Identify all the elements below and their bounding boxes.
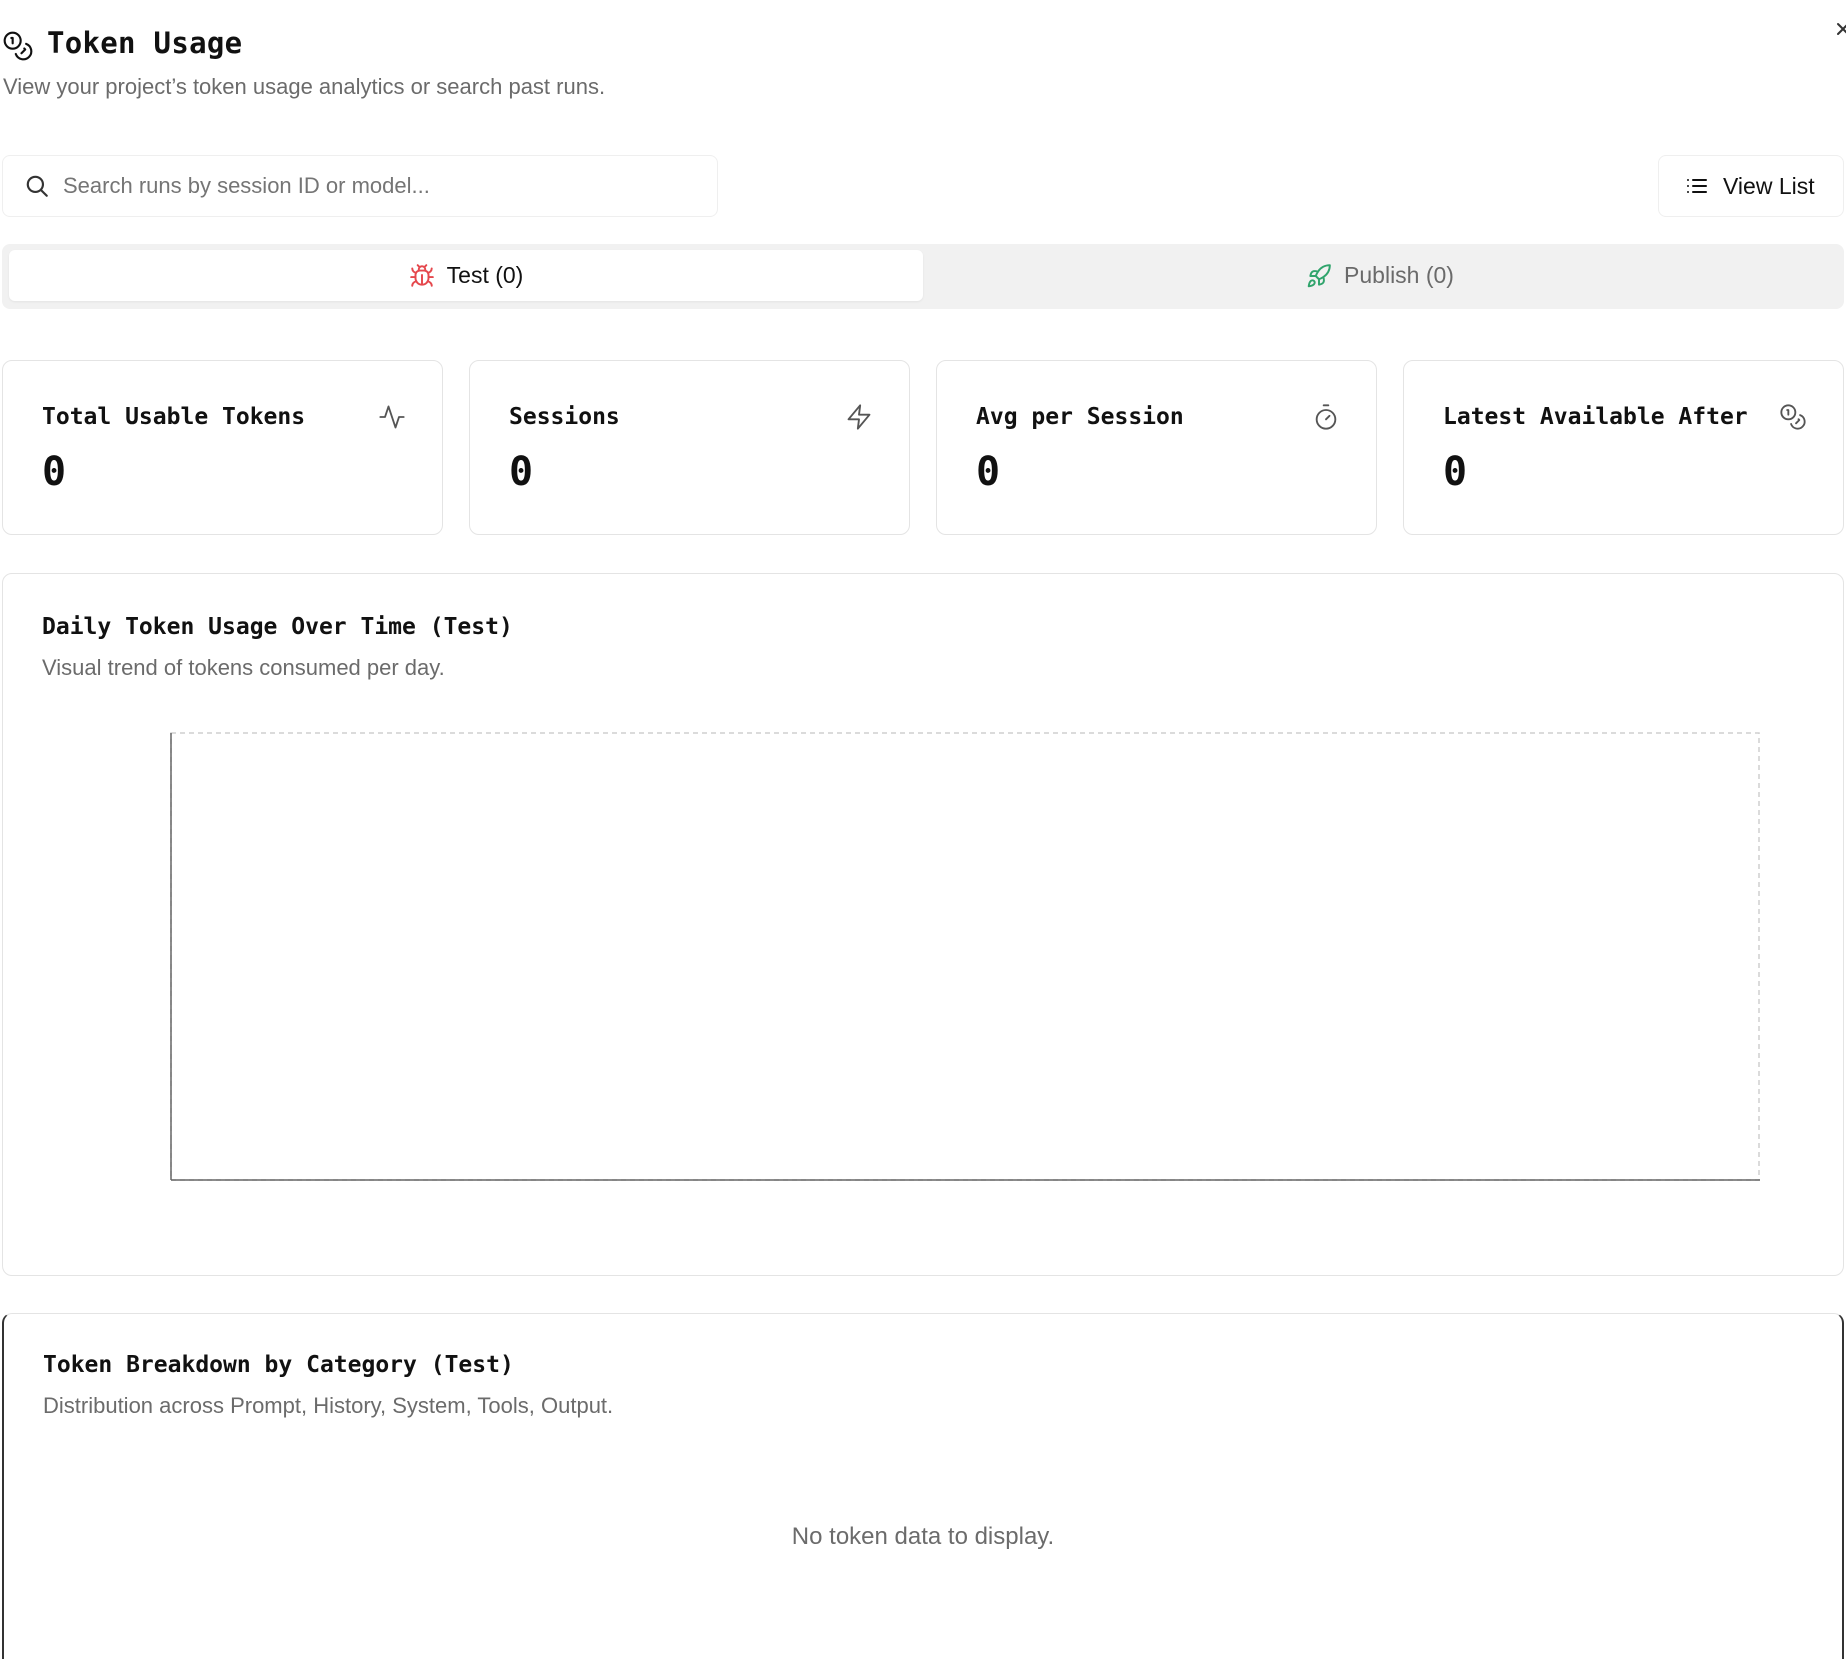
chart-plot-frame (170, 732, 1760, 1181)
token-breakdown-panel: Token Breakdown by Category (Test) Distr… (2, 1313, 1844, 1659)
stat-card-title: Sessions (509, 404, 620, 430)
stat-card-value: 0 (1443, 449, 1468, 495)
page-subtitle: View your project’s token usage analytic… (3, 74, 606, 99)
list-icon (1687, 179, 1707, 193)
zap-icon (847, 404, 871, 430)
environment-tabs: Test (0) Publish (0) (2, 244, 1844, 309)
search-box[interactable] (2, 155, 718, 217)
empty-state-message: No token data to display. (791, 1523, 1055, 1550)
bug-icon (409, 263, 434, 287)
coins-icon (1780, 404, 1806, 430)
stat-card-sessions: Sessions 0 (469, 360, 910, 535)
close-icon[interactable] (1828, 14, 1846, 44)
stat-card-avg-per-session: Avg per Session 0 (936, 360, 1377, 535)
coins-icon (3, 31, 33, 61)
view-list-button[interactable]: View List (1658, 155, 1844, 217)
view-list-label: View List (1723, 172, 1815, 199)
stat-card-latest-available-after: Latest Available After 0 (1403, 360, 1844, 535)
panel-subtitle: Visual trend of tokens consumed per day. (42, 655, 445, 680)
panel-subtitle: Distribution across Prompt, History, Sys… (43, 1393, 614, 1418)
timer-icon (1315, 404, 1337, 430)
panel-title: Token Breakdown by Category (Test) (43, 1352, 514, 1378)
stat-card-value: 0 (42, 449, 67, 495)
stat-card-title: Avg per Session (976, 404, 1184, 430)
stat-card-value: 0 (976, 449, 1001, 495)
rocket-icon (1307, 263, 1331, 287)
search-input[interactable] (63, 156, 703, 216)
daily-token-usage-chart (170, 732, 1760, 1181)
tab-test-label: Test (0) (446, 262, 524, 288)
stat-card-title: Total Usable Tokens (42, 404, 306, 430)
stat-card-total-usable-tokens: Total Usable Tokens 0 (2, 360, 443, 535)
stat-card-value: 0 (509, 449, 534, 495)
panel-title: Daily Token Usage Over Time (Test) (42, 614, 513, 640)
daily-token-usage-panel: Daily Token Usage Over Time (Test) Visua… (2, 573, 1844, 1276)
token-usage-page: Token Usage View your project’s token us… (0, 0, 1846, 1659)
tab-publish[interactable]: Publish (0) (923, 250, 1837, 301)
tab-test[interactable]: Test (0) (9, 250, 923, 301)
activity-icon (379, 405, 405, 429)
page-title: Token Usage (47, 26, 243, 60)
tab-publish-label: Publish (0) (1344, 262, 1454, 288)
search-icon (26, 175, 48, 197)
stat-card-title: Latest Available After (1443, 404, 1748, 430)
